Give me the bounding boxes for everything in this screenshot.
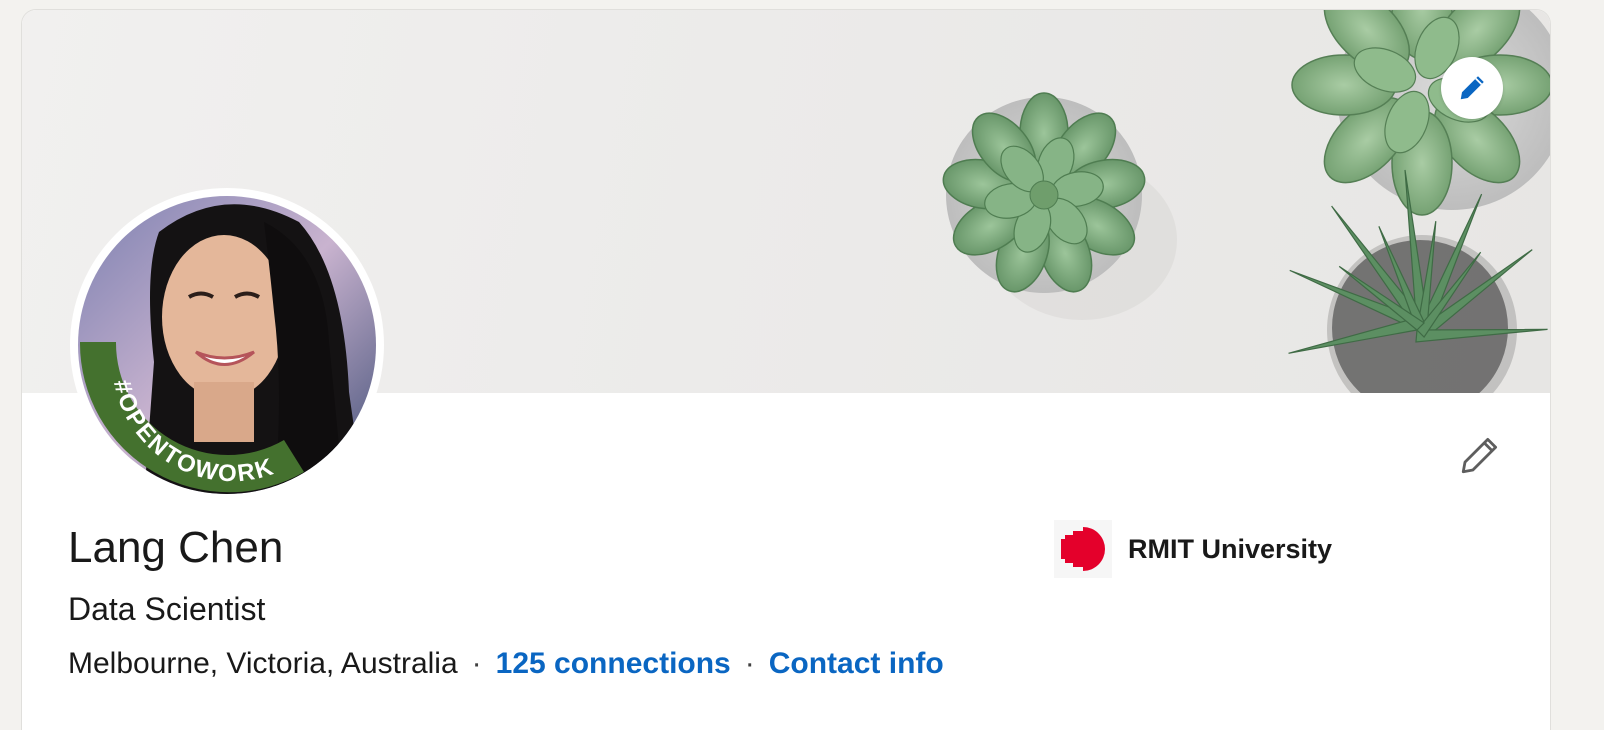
school-name: RMIT University <box>1128 533 1333 564</box>
profile-meta-line: Melbourne, Victoria, Australia · 125 conne… <box>68 644 944 684</box>
connections-link[interactable]: 125 connections <box>496 647 731 680</box>
profile-headline: Data Scientist <box>68 591 266 627</box>
profile-location: Melbourne, Victoria, Australia <box>68 647 458 680</box>
education-school-link[interactable]: RMIT University <box>1054 520 1332 578</box>
profile-top-card: #OPENTOWORK Lang Chen Data Scientist Mel… <box>22 10 1550 730</box>
profile-photo[interactable]: #OPENTOWORK <box>70 188 384 502</box>
edit-cover-button[interactable] <box>1441 57 1503 119</box>
rmit-logo-icon <box>1061 527 1105 571</box>
pencil-icon <box>1460 76 1484 100</box>
edit-intro-button[interactable] <box>1453 430 1505 482</box>
profile-photo-image: #OPENTOWORK <box>78 196 376 494</box>
contact-info-link[interactable]: Contact info <box>769 647 944 680</box>
separator-dot: · <box>744 647 755 680</box>
school-logo <box>1054 520 1112 578</box>
profile-name: Lang Chen <box>68 523 284 572</box>
separator-dot: · <box>471 647 482 680</box>
pencil-icon <box>1461 437 1498 474</box>
